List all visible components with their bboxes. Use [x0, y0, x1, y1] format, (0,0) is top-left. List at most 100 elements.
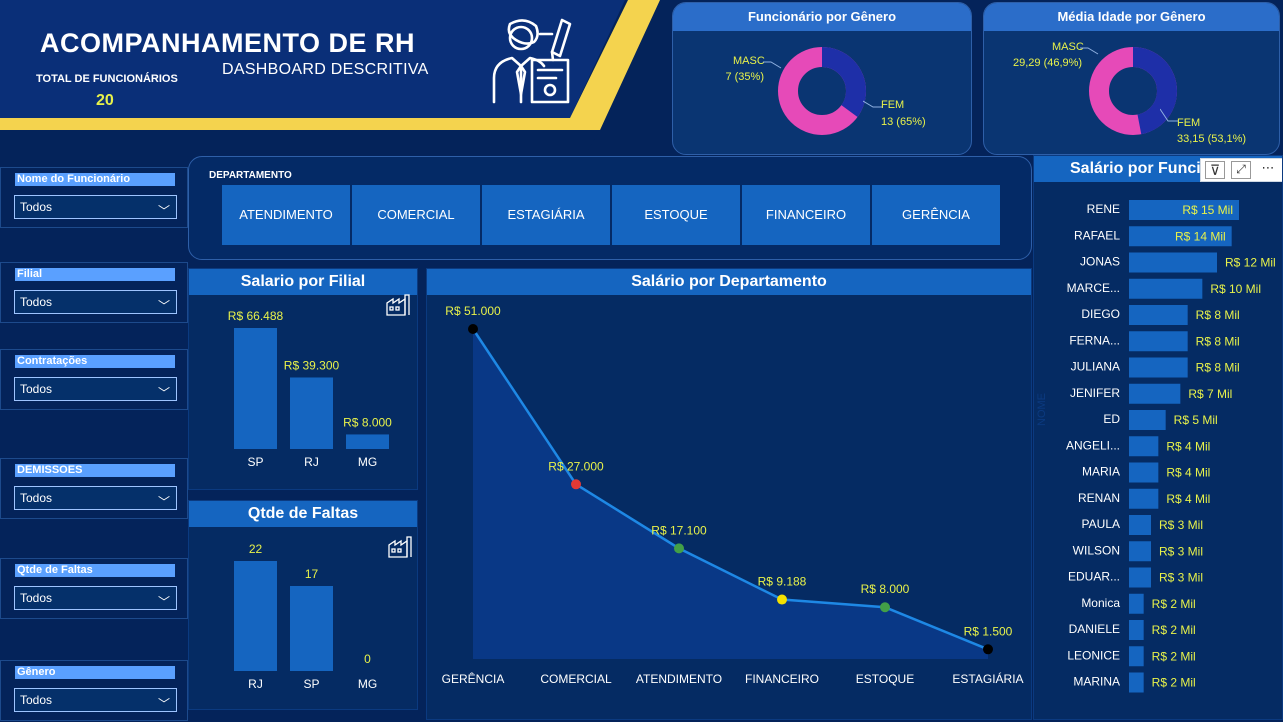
- salary-by-department-title: Salário por Departamento: [427, 269, 1031, 295]
- dropdown-value: Todos: [20, 693, 53, 707]
- bar: [1129, 331, 1188, 352]
- absences-panel: Qtde de Faltas 22 RJ 17 SP 0 MG: [188, 500, 418, 710]
- leader-line: [1160, 108, 1178, 122]
- data-label: R$ 2 Mil: [1152, 597, 1196, 611]
- bar: [1129, 436, 1159, 457]
- salary-by-department-chart[interactable]: R$ 51.000 GERÊNCIA R$ 27.000 COMERCIAL R$ 17…: [427, 295, 1033, 721]
- data-label: R$ 8 Mil: [1196, 334, 1240, 348]
- leader-line: [763, 61, 782, 69]
- dropdown-value: Todos: [20, 200, 53, 214]
- data-label: R$ 51.000: [445, 304, 501, 318]
- data-label: R$ 7 Mil: [1188, 387, 1232, 401]
- absences-chart[interactable]: 22 RJ 17 SP 0 MG: [189, 527, 419, 711]
- data-point: [468, 324, 478, 334]
- x-tick-label: FINANCEIRO: [745, 672, 819, 686]
- masc-value: 29,29 (46,9%): [1013, 57, 1083, 69]
- employee-name-dropdown[interactable]: Todos ﹀: [14, 195, 177, 219]
- dismissals-dropdown[interactable]: Todos ﹀: [14, 486, 177, 510]
- salary-by-branch-chart[interactable]: R$ 66.488 SP R$ 39.300 RJ R$ 8.000 MG: [189, 295, 419, 491]
- more-icon[interactable]: ⋯: [1257, 161, 1279, 179]
- filter-icon[interactable]: ⊽: [1205, 161, 1225, 179]
- gender-count-donut[interactable]: [777, 46, 867, 136]
- bar: [1129, 383, 1181, 404]
- salary-by-employee-chart[interactable]: RENE R$ 15 Mil RAFAEL R$ 14 Mil JONAS R$ 12 M…: [1034, 182, 1283, 720]
- x-tick-label: RJ: [304, 455, 319, 469]
- data-label: R$ 3 Mil: [1159, 518, 1203, 532]
- y-tick-label: MARIA: [1082, 465, 1120, 479]
- bar: [1129, 620, 1144, 640]
- fem-value: 33,15 (53,1%): [1177, 133, 1247, 145]
- dropdown-value: Todos: [20, 382, 53, 396]
- slicer-absences: Qtde de Faltas Todos ﹀: [0, 558, 188, 619]
- slicer-label: Filial: [15, 268, 175, 281]
- bar: [346, 434, 389, 449]
- bar: [1129, 593, 1144, 614]
- y-tick-label: WILSON: [1073, 543, 1120, 557]
- y-tick-label: ANGELI...: [1066, 438, 1120, 452]
- salary-by-department-panel: Salário por Departamento R$ 51.000 GERÊNC…: [426, 268, 1032, 720]
- bar: [1129, 410, 1166, 430]
- data-label: R$ 8.000: [861, 582, 910, 596]
- y-tick-label: LEONICE: [1067, 648, 1120, 662]
- x-tick-label: SP: [247, 455, 263, 469]
- y-tick-label: DANIELE: [1069, 622, 1120, 636]
- bar: [1129, 252, 1217, 273]
- masc-label: MASC: [733, 55, 765, 67]
- y-tick-label: RENAN: [1078, 491, 1120, 505]
- dept-button-estoque[interactable]: ESTOQUE: [612, 185, 740, 245]
- data-point: [571, 479, 581, 490]
- data-label: R$ 5 Mil: [1174, 413, 1218, 427]
- x-tick-label: GERÊNCIA: [442, 671, 505, 686]
- data-label: R$ 4 Mil: [1166, 492, 1210, 506]
- absences-dropdown[interactable]: Todos ﹀: [14, 586, 177, 610]
- data-label: R$ 39.300: [284, 358, 340, 372]
- slicer-label: Contratações: [15, 355, 175, 368]
- bar: [1129, 515, 1151, 535]
- slicer-label: Qtde de Faltas: [15, 564, 175, 577]
- data-label: R$ 2 Mil: [1152, 676, 1196, 690]
- fem-label: FEM: [1177, 117, 1201, 129]
- chevron-down-icon: ﹀: [157, 299, 170, 313]
- dropdown-value: Todos: [20, 591, 53, 605]
- slicer-branch: Filial Todos ﹀: [0, 262, 188, 323]
- bar: [1129, 488, 1159, 509]
- y-tick-label: EDUAR...: [1068, 570, 1120, 584]
- slicer-label: Gênero: [15, 666, 175, 679]
- data-label: R$ 10 Mil: [1210, 282, 1261, 296]
- leader-line: [1080, 47, 1099, 55]
- x-tick-label: MG: [358, 455, 377, 469]
- branch-dropdown[interactable]: Todos ﹀: [14, 290, 177, 314]
- data-point: [983, 644, 993, 655]
- area-fill: [473, 329, 988, 659]
- hirings-dropdown[interactable]: Todos ﹀: [14, 377, 177, 401]
- slicer-employee-name: Nome do Funcionário Todos ﹀: [0, 167, 188, 228]
- data-label: R$ 14 Mil: [1175, 229, 1226, 243]
- x-tick-label: ATENDIMENTO: [636, 672, 722, 686]
- dept-button-financeiro[interactable]: FINANCEIRO: [742, 185, 870, 245]
- slicer-hirings: Contratações Todos ﹀: [0, 349, 188, 410]
- dept-button-atendimento[interactable]: ATENDIMENTO: [222, 185, 350, 245]
- data-label: R$ 17.100: [651, 523, 707, 537]
- dropdown-value: Todos: [20, 295, 53, 309]
- dept-button-comercial[interactable]: COMERCIAL: [352, 185, 480, 245]
- bar: [234, 561, 277, 671]
- dept-button-estagiaria[interactable]: ESTAGIÁRIA: [482, 185, 610, 245]
- bar: [1129, 672, 1144, 693]
- age-avg-title: Média Idade por Gênero: [984, 3, 1279, 31]
- y-tick-label: FERNA...: [1069, 333, 1120, 347]
- salary-by-branch-title: Salario por Filial: [189, 269, 417, 295]
- gender-dropdown[interactable]: Todos ﹀: [14, 688, 177, 712]
- employee-document-icon: [492, 18, 572, 104]
- header-banner: ACOMPANHAMENTO DE RH DASHBOARD DESCRITIV…: [0, 0, 660, 150]
- x-tick-label: ESTOQUE: [856, 672, 914, 686]
- data-label: R$ 8.000: [343, 415, 392, 429]
- page-title: ACOMPANHAMENTO DE RH: [40, 28, 416, 58]
- salary-by-branch-panel: Salario por Filial R$ 66.488 SP R$ 39.300 R…: [188, 268, 418, 490]
- dept-button-gerencia[interactable]: GERÊNCIA: [872, 185, 1000, 245]
- salary-by-employee-panel: Salário por Funcionário ⊽ ⤢ ⋯ NOME RENE R…: [1033, 155, 1283, 720]
- expand-icon[interactable]: ⤢: [1231, 161, 1251, 179]
- fem-value: 13 (65%): [881, 116, 926, 128]
- data-label: R$ 3 Mil: [1159, 571, 1203, 585]
- gender-count-card: Funcionário por Gênero MASC 7 (35%) FEM …: [672, 2, 972, 155]
- data-label: R$ 27.000: [548, 459, 604, 473]
